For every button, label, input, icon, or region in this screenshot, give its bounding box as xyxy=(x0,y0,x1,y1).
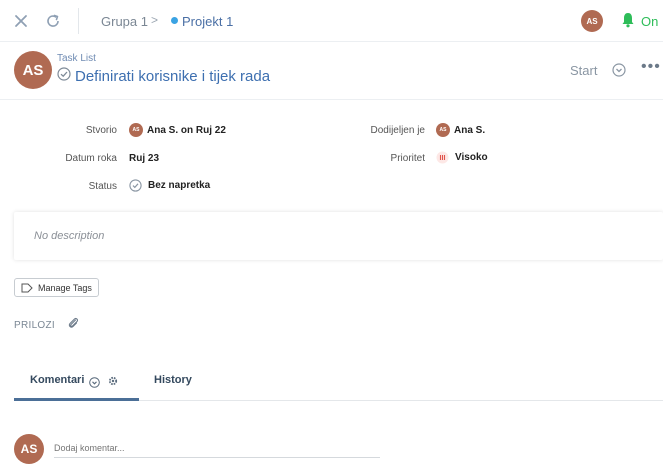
status-label: Status xyxy=(88,181,117,192)
task-list-label[interactable]: Task List xyxy=(57,53,96,64)
gear-icon[interactable] xyxy=(107,374,119,392)
refresh-icon[interactable] xyxy=(42,10,64,32)
priority-value[interactable]: Visoko xyxy=(436,151,488,164)
toolbar-divider xyxy=(78,8,79,34)
manage-tags-label: Manage Tags xyxy=(38,282,92,293)
tag-icon xyxy=(21,283,33,293)
priority-label: Prioritet xyxy=(390,153,425,164)
status-check-icon xyxy=(129,179,142,192)
created-by-label: Stvorio xyxy=(85,125,117,136)
start-button[interactable]: Start xyxy=(570,63,597,78)
breadcrumb-group[interactable]: Grupa 1 xyxy=(101,14,148,29)
due-date-label: Datum roka xyxy=(65,153,117,164)
bell-icon[interactable] xyxy=(621,12,635,33)
close-icon[interactable] xyxy=(10,10,32,32)
task-title: Definirati korisnike i tijek rada xyxy=(57,67,270,86)
priority-icon xyxy=(436,151,449,164)
manage-tags-button[interactable]: Manage Tags xyxy=(14,278,99,297)
comment-avatar: AS xyxy=(14,434,44,464)
status-text[interactable]: Bez napretka xyxy=(148,180,210,191)
notification-toggle-label[interactable]: On xyxy=(641,14,658,29)
created-by-text: Ana S. on Ruj 22 xyxy=(147,124,226,136)
active-tab-indicator xyxy=(14,398,139,401)
tab-comments[interactable]: Komentari xyxy=(30,374,84,386)
priority-text[interactable]: Visoko xyxy=(455,152,488,163)
paperclip-icon[interactable] xyxy=(67,316,79,335)
assigned-value[interactable]: AS Ana S. xyxy=(436,123,485,137)
tab-history[interactable]: History xyxy=(154,374,192,386)
project-color-dot xyxy=(171,17,178,24)
user-avatar[interactable]: AS xyxy=(581,10,603,32)
task-owner-avatar: AS xyxy=(14,51,52,89)
task-header: AS Task List Definirati korisnike i tije… xyxy=(0,42,663,100)
breadcrumb-separator: > xyxy=(151,13,159,27)
assigned-text[interactable]: Ana S. xyxy=(454,125,485,136)
due-date-value[interactable]: Ruj 23 xyxy=(129,153,159,164)
breadcrumb-project[interactable]: Projekt 1 xyxy=(182,14,233,29)
complete-check-icon[interactable] xyxy=(57,67,71,86)
status-value[interactable]: Bez napretka xyxy=(129,179,210,192)
description-placeholder: No description xyxy=(34,230,105,242)
assignee-avatar: AS xyxy=(436,123,450,137)
more-options-icon[interactable]: ••• xyxy=(641,58,661,76)
chevron-down-icon[interactable] xyxy=(612,63,626,82)
assigned-label: Dodijeljen je xyxy=(370,125,425,136)
description-box[interactable]: No description xyxy=(14,212,663,260)
due-date-text[interactable]: Ruj 23 xyxy=(129,153,159,164)
top-bar: Grupa 1 > Projekt 1 AS On xyxy=(0,0,663,42)
comment-input[interactable] xyxy=(54,438,380,458)
task-title-text[interactable]: Definirati korisnike i tijek rada xyxy=(75,68,270,85)
created-by-value: AS Ana S. on Ruj 22 xyxy=(129,123,226,137)
attachments-label: PRILOZI xyxy=(14,320,55,331)
creator-avatar: AS xyxy=(129,123,143,137)
chevron-down-icon[interactable] xyxy=(89,375,100,393)
